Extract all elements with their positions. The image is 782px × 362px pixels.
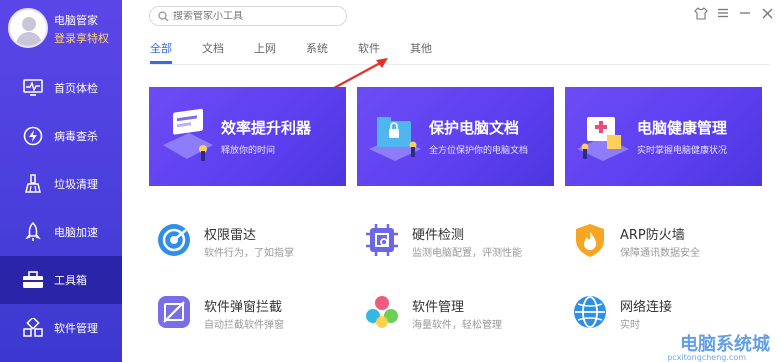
tool-desc: 海量软件，轻松管理 [412, 320, 502, 331]
sidebar-item-software[interactable]: 软件管理 [0, 304, 122, 352]
sidebar-item-label: 垃圾清理 [54, 178, 98, 191]
banner-title: 效率提升利器 [221, 119, 312, 137]
tool-network-connect[interactable]: 网络连接 实时 [572, 288, 772, 336]
sidebar: 电脑管家 登录享特权 首页体检 病毒查杀 垃圾清理 电脑加速 工具箱 软件管理 [0, 0, 122, 362]
lightning-icon [22, 125, 44, 147]
login-link[interactable]: 登录享特权 [54, 30, 109, 46]
banner-title: 电脑健康管理 [637, 119, 728, 137]
tab-system[interactable]: 系统 [306, 40, 328, 62]
shield-fire-icon [576, 224, 604, 257]
tool-name: 网络连接 [620, 300, 673, 315]
skin-icon[interactable] [694, 6, 708, 20]
efficiency-illustration-icon [163, 108, 213, 161]
banner-subtitle: 释放你的时间 [221, 146, 276, 156]
menu-icon[interactable] [716, 6, 730, 20]
health-illustration-icon [577, 117, 629, 161]
avatar[interactable] [8, 8, 48, 48]
tab-documents[interactable]: 文档 [202, 40, 224, 62]
tool-software-manage[interactable]: 软件管理 海量软件，轻松管理 [364, 288, 564, 336]
sidebar-item-virus-scan[interactable]: 病毒查杀 [0, 112, 122, 160]
banner-title: 保护电脑文档 [429, 119, 520, 137]
profile-area[interactable]: 电脑管家 登录享特权 [8, 8, 120, 52]
tool-hardware-detect[interactable]: 硬件检测 监测电脑配置，评测性能 [364, 216, 564, 264]
tab-divider [150, 64, 770, 65]
tool-desc: 软件行为，了如指掌 [204, 248, 294, 259]
monitor-icon [22, 77, 44, 99]
sidebar-item-toolbox[interactable]: 工具箱 [0, 256, 122, 304]
search-icon [158, 7, 169, 26]
tool-name: 权限雷达 [204, 228, 257, 243]
close-icon[interactable] [760, 6, 774, 20]
radar-icon [158, 224, 190, 256]
tab-other[interactable]: 其他 [410, 40, 432, 62]
banner-efficiency[interactable]: 效率提升利器 释放你的时间 [149, 87, 346, 186]
rocket-icon [22, 221, 44, 243]
globe-icon [574, 296, 606, 328]
tool-name: ARP防火墙 [620, 228, 685, 243]
software-icon [22, 317, 44, 339]
watermark-url: pcxitongcheng.com [667, 353, 746, 362]
software-manage-icon [366, 296, 398, 328]
sidebar-item-label: 首页体检 [54, 82, 98, 95]
tool-permission-radar[interactable]: 权限雷达 软件行为，了如指掌 [156, 216, 356, 264]
sidebar-item-speedup[interactable]: 电脑加速 [0, 208, 122, 256]
sidebar-item-label: 工具箱 [54, 274, 87, 287]
tool-popup-block[interactable]: 软件弹窗拦截 自动拦截软件弹窗 [156, 288, 356, 336]
folder-lock-illustration-icon [369, 117, 421, 161]
search-input[interactable] [173, 10, 333, 22]
tool-arp-firewall[interactable]: ARP防火墙 保障通讯数据安全 [572, 216, 772, 264]
sidebar-item-junk-clean[interactable]: 垃圾清理 [0, 160, 122, 208]
tool-name: 软件弹窗拦截 [204, 300, 283, 315]
chip-icon [366, 224, 398, 256]
banner-health[interactable]: 电脑健康管理 实时掌握电脑健康状况 [565, 87, 762, 186]
broom-icon [22, 173, 44, 195]
banner-protect-docs[interactable]: 保护电脑文档 全方位保护你的电脑文档 [357, 87, 554, 186]
tool-desc: 保障通讯数据安全 [620, 248, 700, 259]
banner-subtitle: 全方位保护你的电脑文档 [429, 146, 529, 156]
banner-subtitle: 实时掌握电脑健康状况 [637, 146, 728, 156]
search-box[interactable] [149, 6, 347, 26]
toolbox-icon [22, 269, 44, 291]
block-popup-icon [158, 296, 190, 328]
category-tabs: 全部 文档 上网 系统 软件 其他 [150, 40, 462, 64]
tool-name: 软件管理 [412, 300, 465, 315]
sidebar-item-label: 软件管理 [54, 322, 98, 335]
sidebar-item-label: 电脑加速 [54, 226, 98, 239]
tab-internet[interactable]: 上网 [254, 40, 276, 62]
sidebar-item-label: 病毒查杀 [54, 130, 98, 143]
sidebar-item-checkup[interactable]: 首页体检 [0, 64, 122, 112]
tool-desc: 实时 [620, 320, 640, 331]
tool-name: 硬件检测 [412, 228, 465, 243]
window-controls [694, 6, 774, 20]
tool-desc: 监测电脑配置，评测性能 [412, 248, 522, 259]
tool-desc: 自动拦截软件弹窗 [204, 320, 284, 331]
minimize-icon[interactable] [738, 6, 752, 20]
profile-name: 电脑管家 [54, 14, 98, 27]
tab-all[interactable]: 全部 [150, 40, 172, 64]
